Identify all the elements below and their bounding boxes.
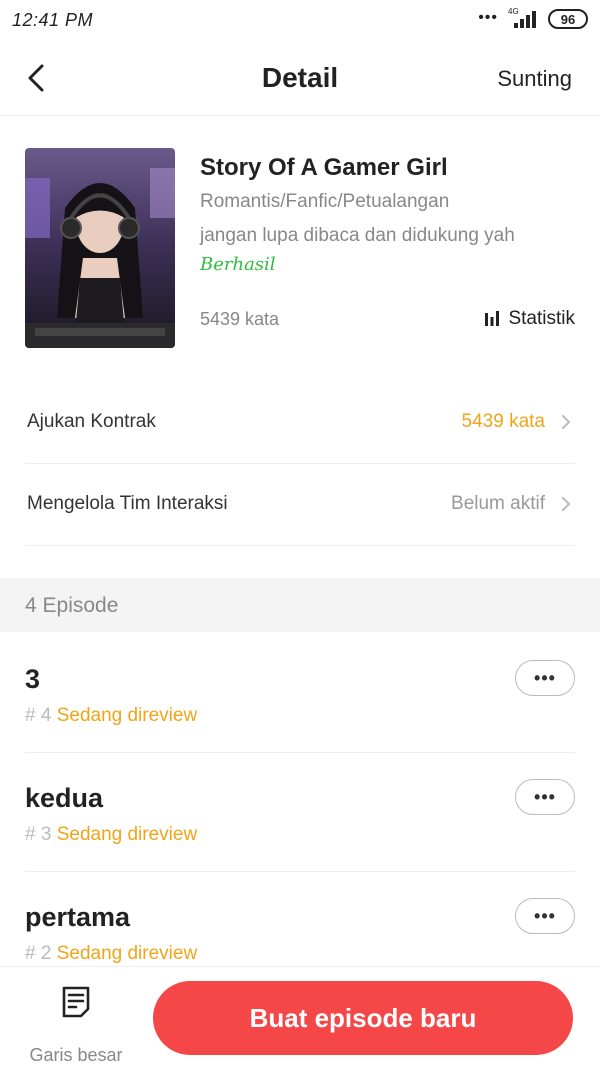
header: Detail Sunting (0, 42, 600, 116)
manage-interaction-team-row[interactable]: Mengelola Tim Interaksi Belum aktif (25, 464, 575, 546)
episode-status: Sedang direview (56, 943, 198, 964)
submit-contract-label: Ajukan Kontrak (27, 411, 156, 432)
episode-title: pertama (25, 902, 131, 932)
statistics-button[interactable]: Statistik (484, 308, 575, 330)
status-icons: ••• 4G 96 (478, 7, 588, 30)
create-new-episode-button[interactable]: Buat episode baru (153, 981, 573, 1055)
episode-more-button[interactable]: ••• (515, 898, 575, 934)
episode-status: Sedang direview (56, 705, 198, 726)
episode-meta: # 3 Sedang direview (25, 824, 197, 846)
bar-chart-icon (485, 311, 500, 326)
outline-label: Garis besar (29, 1045, 123, 1065)
episode-status: Sedang direview (56, 824, 198, 845)
submit-contract-row[interactable]: Ajukan Kontrak 5439 kata (25, 382, 575, 464)
network-type: 4G (508, 7, 519, 16)
statistics-label: Statistik (508, 308, 575, 329)
episode-more-button[interactable]: ••• (515, 779, 575, 815)
status-time: 12:41 PM (12, 10, 94, 30)
manage-interaction-team-value: Belum aktif (451, 493, 545, 514)
book-title: Story Of A Gamer Girl (200, 154, 448, 181)
bottom-action-bar: Garis besar Buat episode baru (0, 966, 600, 1067)
chevron-right-icon (562, 415, 571, 429)
episode-title: kedua (25, 783, 104, 813)
episode-list-item[interactable]: 3 # 4 Sedang direview ••• (25, 634, 575, 753)
episode-list-item[interactable]: kedua # 3 Sedang direview ••• (25, 753, 575, 872)
episodes-section-header: 4 Episode (0, 578, 600, 632)
edit-button[interactable]: Sunting (497, 66, 572, 92)
book-genres: Romantis/Fanfic/Petualangan (200, 191, 450, 212)
episode-number: # 2 (25, 943, 52, 964)
submit-contract-value: 5439 kata (461, 411, 545, 432)
episode-title: 3 (25, 664, 41, 694)
chevron-right-icon (562, 497, 571, 511)
book-word-count: 5439 kata (200, 309, 280, 329)
more-notifications-icon: ••• (478, 9, 498, 26)
battery-icon: 96 (548, 9, 588, 29)
outline-button[interactable]: Garis besar (20, 981, 132, 1065)
episode-meta: # 2 Sedang direview (25, 943, 197, 965)
book-status-badge: Berhasil (200, 254, 276, 275)
status-bar: 12:41 PM ••• 4G 96 (0, 0, 600, 42)
episode-number: # 3 (25, 824, 52, 845)
cover-illustration (25, 148, 175, 348)
book-description: jangan lupa dibaca dan didukung yah (200, 225, 515, 246)
manage-interaction-team-label: Mengelola Tim Interaksi (27, 493, 228, 514)
episode-more-button[interactable]: ••• (515, 660, 575, 696)
book-cover-image[interactable] (25, 148, 175, 348)
episode-number: # 4 (25, 705, 52, 726)
battery-level: 96 (560, 11, 576, 27)
episode-count: 4 Episode (25, 594, 119, 617)
signal-icon: 4G (506, 7, 540, 30)
episode-meta: # 4 Sedang direview (25, 705, 197, 727)
outline-document-icon (62, 986, 90, 1018)
